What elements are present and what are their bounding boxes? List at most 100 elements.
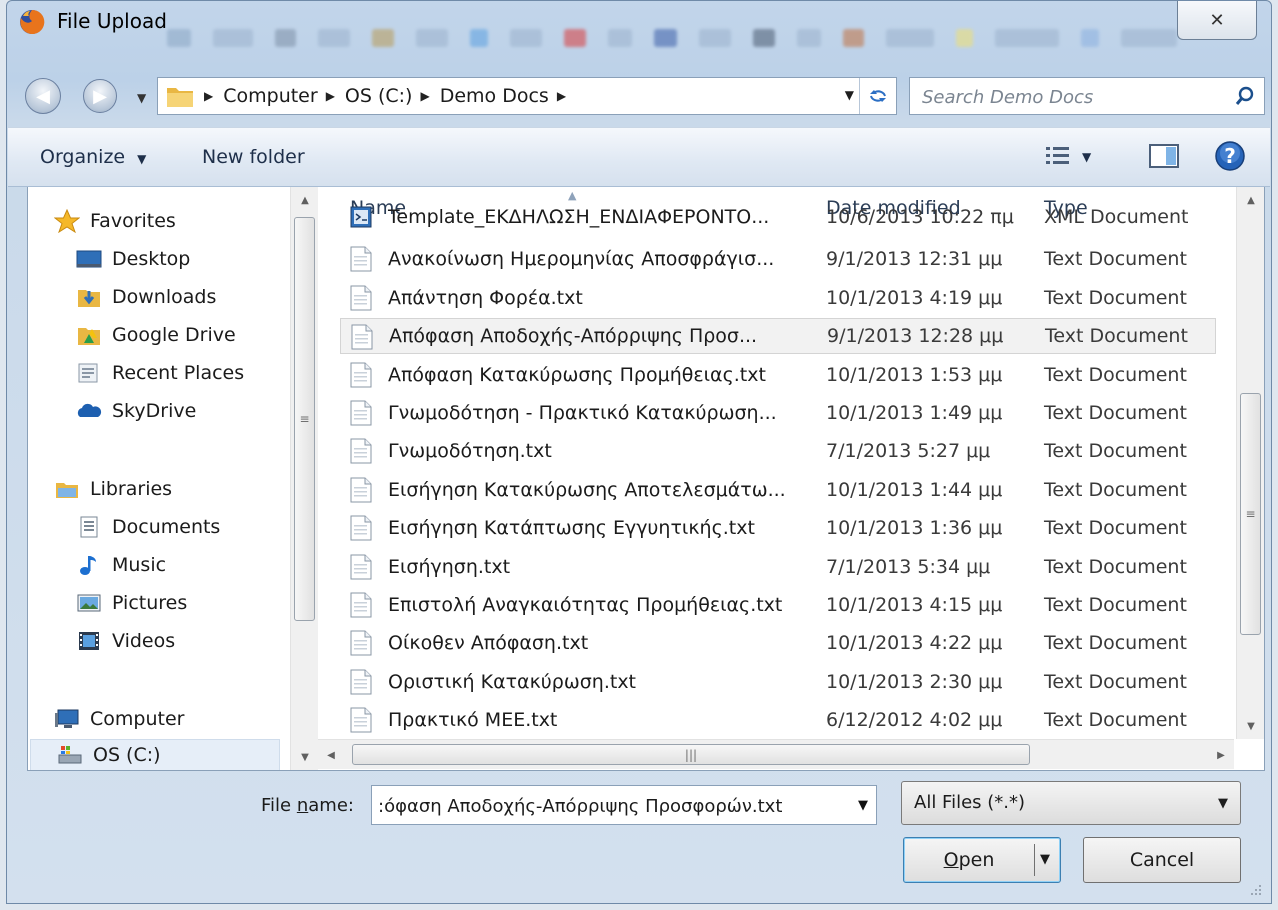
text-document-icon [350, 554, 372, 580]
file-row[interactable]: Εισήγηση Κατάπτωσης Εγγυητικής.txt 10/1/2… [340, 510, 1216, 546]
file-name-combobox[interactable]: ▼ [371, 785, 877, 825]
file-list-horizontal-scrollbar[interactable]: ◀ ||| ▶ [318, 739, 1234, 769]
nav-downloads[interactable]: Downloads [76, 281, 216, 313]
file-date-modified: 10/1/2013 4:15 μμ [826, 594, 1003, 616]
breadcrumb-os-c[interactable]: OS (C:) [345, 85, 413, 107]
file-type: Text Document [1044, 286, 1187, 309]
file-name-dropdown-icon[interactable]: ▼ [858, 798, 868, 813]
downloads-folder-icon [78, 290, 100, 307]
scroll-down-icon[interactable]: ▼ [291, 744, 319, 770]
open-button[interactable]: Open ▼ [903, 837, 1061, 883]
refresh-button[interactable] [859, 78, 896, 114]
file-row[interactable]: Γνωμοδότηση.txt 7/1/2013 5:27 μμ Text Docu… [340, 433, 1216, 469]
forward-button[interactable]: ▶ [83, 79, 117, 113]
preview-pane-icon[interactable] [1148, 142, 1180, 170]
nav-videos[interactable]: Videos [76, 625, 175, 657]
nav-google-drive[interactable]: Google Drive [76, 319, 236, 351]
change-view-icon[interactable] [1044, 144, 1072, 170]
breadcrumb-demo-docs[interactable]: Demo Docs [440, 85, 549, 107]
breadcrumb-separator-icon[interactable]: ▶ [204, 89, 213, 103]
file-type: Text Document [1044, 709, 1187, 732]
pictures-icon [77, 594, 101, 612]
back-button[interactable]: ◀ [25, 78, 61, 114]
new-folder-button[interactable]: New folder [202, 146, 305, 168]
cancel-button[interactable]: Cancel [1083, 837, 1241, 883]
file-row[interactable]: Απόφαση Αποδοχής-Απόρριψης Προσ... 9/1/20… [340, 318, 1216, 355]
open-options-dropdown-icon[interactable]: ▼ [1040, 852, 1050, 867]
file-row[interactable]: Template_ΕΚΔΗΛΩΣΗ_ΕΝΔΙΑΦΕΡΟΝΤΟ... 10/6/20… [340, 199, 1216, 235]
view-options-dropdown-icon[interactable]: ▼ [1082, 150, 1091, 164]
nav-favorites[interactable]: Favorites [54, 205, 176, 237]
scrollbar-thumb[interactable]: ≡ [294, 217, 315, 621]
file-name: Πρακτικό ΜΕΕ.txt [388, 709, 558, 732]
nav-recent-places[interactable]: Recent Places [76, 357, 244, 389]
file-row[interactable]: Γνωμοδότηση - Πρακτικό Κατακύρωση... 10/1… [340, 395, 1216, 431]
file-row[interactable]: Απάντηση Φορέα.txt 10/1/2013 4:19 μμ Text … [340, 280, 1216, 316]
star-icon [54, 209, 80, 233]
file-name: Οριστική Κατακύρωση.txt [388, 670, 637, 693]
nav-pictures[interactable]: Pictures [76, 587, 187, 619]
folder-icon [167, 88, 193, 107]
file-list-scrollbar[interactable]: ▲ ≡ ▼ [1236, 187, 1264, 739]
nav-music-label: Music [112, 554, 167, 576]
split-divider [1034, 844, 1035, 876]
file-row[interactable]: Εισήγηση.txt 7/1/2013 5:34 μμ Text Documen… [340, 549, 1216, 585]
file-row[interactable]: Ανακοίνωση Ημερομηνίας Αποσφράγισ... 9/1/… [340, 241, 1216, 277]
command-bar: Organize ▼ New folder ▼ ? [8, 127, 1270, 187]
breadcrumb-separator-icon[interactable]: ▶ [420, 89, 429, 103]
nav-desktop[interactable]: Desktop [76, 243, 190, 275]
resize-grip-icon[interactable] [1249, 883, 1263, 897]
chevron-down-icon: ▼ [137, 152, 147, 166]
file-date-modified: 10/1/2013 1:49 μμ [826, 402, 1003, 424]
nav-os-c[interactable]: OS (C:) [30, 739, 280, 770]
nav-music[interactable]: Music [76, 549, 166, 581]
breadcrumb-separator-icon[interactable]: ▶ [557, 89, 566, 103]
chevron-down-icon: ▼ [1218, 796, 1228, 811]
file-row[interactable]: Οίκοθεν Απόφαση.txt 10/1/2013 4:22 μμ Text… [340, 625, 1216, 661]
xml-document-icon [350, 204, 372, 230]
file-type: Text Document [1044, 517, 1187, 540]
file-type: Text Document [1044, 402, 1187, 424]
close-button[interactable]: ✕ [1177, 1, 1257, 40]
nav-computer-label: Computer [90, 708, 185, 730]
search-icon[interactable] [1234, 85, 1256, 107]
file-name-input[interactable] [376, 791, 850, 821]
file-type: Text Document [1044, 440, 1187, 463]
nav-documents[interactable]: Documents [76, 511, 220, 543]
scrollbar-thumb[interactable]: ||| [352, 744, 1030, 765]
address-history-dropdown-icon[interactable]: ▼ [845, 88, 854, 102]
text-document-icon [350, 630, 372, 656]
videos-icon [79, 632, 99, 650]
file-type-select[interactable]: All Files (*.*) ▼ [901, 781, 1241, 825]
file-row[interactable]: Απόφαση Κατακύρωσης Προμήθειας.txt 10/1/2… [340, 357, 1216, 393]
help-icon[interactable]: ? [1214, 140, 1246, 172]
file-list: Name ▲ Date modified Type Template_ΕΚΔΗΛ… [318, 187, 1234, 739]
nav-skydrive[interactable]: SkyDrive [76, 395, 196, 427]
recent-pages-dropdown-icon[interactable]: ▼ [137, 91, 146, 105]
address-bar[interactable]: ▶ Computer ▶ OS (C:) ▶ Demo Docs ▶ ▼ [157, 77, 897, 115]
back-arrow-icon: ◀ [36, 85, 50, 107]
breadcrumb-separator-icon[interactable]: ▶ [326, 89, 335, 103]
scroll-down-icon[interactable]: ▼ [1237, 713, 1264, 739]
file-row[interactable]: Οριστική Κατακύρωση.txt 10/1/2013 2:30 μμ… [340, 664, 1216, 700]
nav-computer[interactable]: Computer [54, 703, 184, 735]
file-date-modified: 9/1/2013 12:28 μμ [827, 325, 1004, 348]
file-row[interactable]: Εισήγηση Κατακύρωσης Αποτελεσμάτω... 10/1… [340, 472, 1216, 508]
organize-menu[interactable]: Organize ▼ [40, 146, 146, 168]
navigation-pane-scrollbar[interactable]: ▲ ≡ ▼ [290, 187, 318, 770]
scrollbar-thumb[interactable]: ≡ [1240, 393, 1261, 635]
nav-libraries[interactable]: Libraries [54, 473, 172, 505]
scroll-right-icon[interactable]: ▶ [1208, 740, 1234, 770]
file-row[interactable]: Πρακτικό ΜΕΕ.txt 6/12/2012 4:02 μμ Text Do… [340, 702, 1216, 738]
title-bar[interactable]: File Upload ✕ [7, 1, 1271, 67]
breadcrumb-computer[interactable]: Computer [223, 85, 317, 107]
file-name: Εισήγηση.txt [388, 555, 511, 578]
search-input[interactable] [920, 82, 1224, 112]
file-type: Text Document [1044, 478, 1187, 501]
search-box[interactable] [909, 77, 1265, 115]
scroll-up-icon[interactable]: ▲ [291, 187, 319, 213]
file-type-value: All Files (*.*) [914, 792, 1026, 813]
scroll-up-icon[interactable]: ▲ [1237, 187, 1264, 213]
file-row[interactable]: Επιστολή Αναγκαιότητας Προμήθειας.txt 10/… [340, 587, 1216, 623]
scroll-left-icon[interactable]: ◀ [318, 740, 344, 770]
